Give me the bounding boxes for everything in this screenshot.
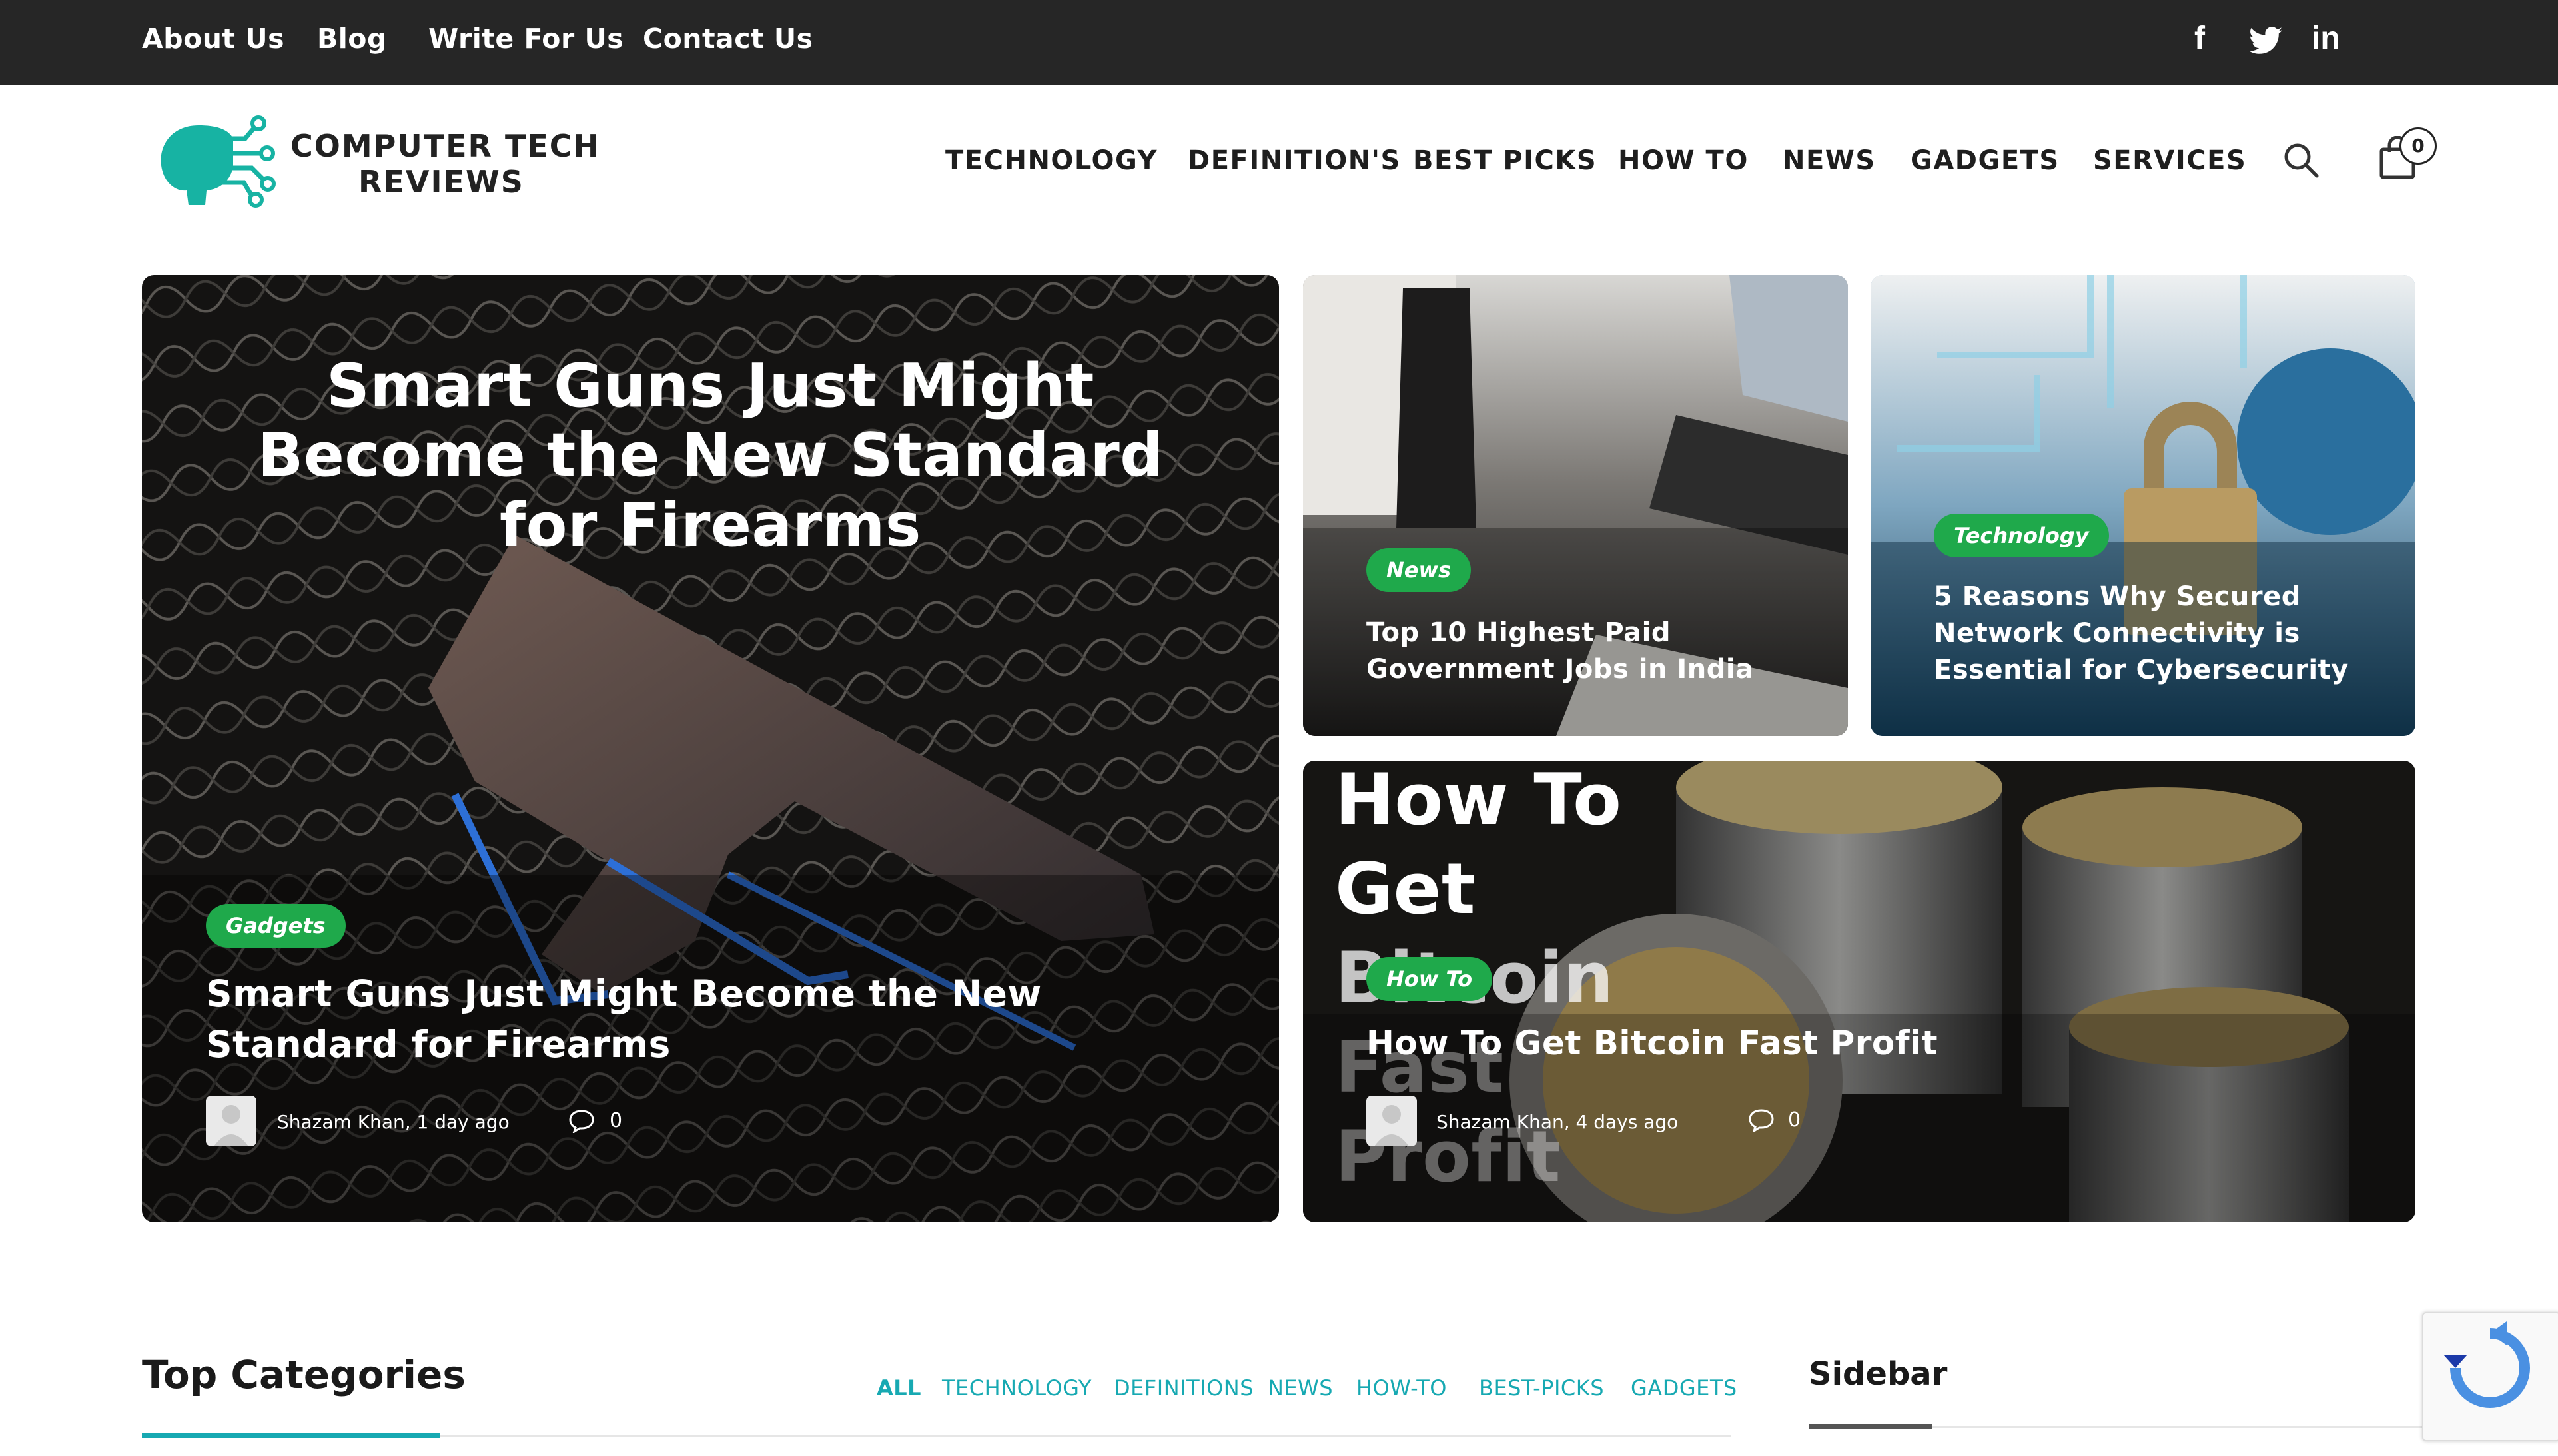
filter-news[interactable]: NEWS: [1268, 1375, 1333, 1401]
top-link-blog[interactable]: Blog: [317, 23, 387, 55]
top-link-write-for-us[interactable]: Write For Us: [428, 23, 624, 55]
search-icon[interactable]: [2282, 141, 2320, 179]
top-bar: About Us Blog Write For Us Contact Us f …: [0, 0, 2558, 85]
article-author-date: Shazam Khan, 1 day ago: [277, 1111, 510, 1133]
filter-definitions[interactable]: DEFINITIONS: [1114, 1375, 1254, 1401]
nav-services[interactable]: SERVICES: [2093, 145, 2246, 176]
recaptcha-badge[interactable]: [2422, 1312, 2558, 1441]
article-author-date: Shazam Khan, 4 days ago: [1436, 1111, 1679, 1133]
featured-article-title[interactable]: Smart Guns Just Might Become the New Sta…: [206, 969, 1205, 1070]
featured-card-smart-guns[interactable]: Smart Guns Just Might Become the New Sta…: [142, 275, 1279, 1222]
image-text-line: Get: [1335, 848, 1476, 930]
comment-count: 0: [1788, 1108, 1801, 1132]
featured-card-technology[interactable]: Technology 5 Reasons Why Secured Network…: [1871, 275, 2415, 736]
section-underline: [142, 1433, 440, 1438]
brand-name-line2[interactable]: REVIEWS: [358, 164, 524, 200]
sidebar-heading: Sidebar: [1809, 1355, 1948, 1393]
twitter-icon[interactable]: [2249, 25, 2282, 56]
category-badge-news[interactable]: News: [1366, 548, 1472, 592]
nav-technology[interactable]: TECHNOLOGY: [945, 145, 1158, 176]
filter-gadgets[interactable]: GADGETS: [1631, 1375, 1737, 1401]
featured-card-news[interactable]: News Top 10 Highest Paid Government Jobs…: [1303, 275, 1848, 736]
featured-image-headline: Smart Guns Just Might Become the New Sta…: [257, 351, 1164, 560]
cart-count-badge: 0: [2399, 127, 2437, 165]
image-text-line: How To: [1335, 761, 1622, 841]
nav-news[interactable]: NEWS: [1783, 145, 1876, 176]
bitcoin-article-title[interactable]: How To Get Bitcoin Fast Profit: [1366, 1020, 2099, 1066]
author-avatar[interactable]: [1366, 1096, 1417, 1146]
sidebar-underline: [1809, 1424, 1932, 1429]
filter-all[interactable]: ALL: [877, 1375, 921, 1401]
category-badge-how-to[interactable]: How To: [1366, 957, 1493, 1001]
filter-technology[interactable]: TECHNOLOGY: [942, 1375, 1092, 1401]
brand-logo-icon[interactable]: [152, 112, 285, 212]
top-categories-heading: Top Categories: [142, 1352, 466, 1397]
recaptcha-icon: [2443, 1321, 2530, 1408]
author-avatar[interactable]: [206, 1096, 256, 1146]
linkedin-icon[interactable]: in: [2312, 20, 2340, 57]
comment-icon[interactable]: [1748, 1108, 1775, 1134]
brand-name-line1[interactable]: COMPUTER TECH: [290, 128, 600, 164]
nav-how-to[interactable]: HOW TO: [1618, 145, 1749, 176]
featured-card-bitcoin[interactable]: How To Get Bitcoin Fast Profit How To Ho…: [1303, 761, 2415, 1222]
nav-gadgets[interactable]: GADGETS: [1911, 145, 2060, 176]
nav-definitions[interactable]: DEFINITION'S: [1188, 145, 1401, 176]
top-link-contact-us[interactable]: Contact Us: [643, 23, 813, 55]
category-badge-gadgets[interactable]: Gadgets: [206, 904, 346, 948]
news-article-title[interactable]: Top 10 Highest Paid Government Jobs in I…: [1366, 615, 1793, 688]
facebook-icon[interactable]: f: [2194, 20, 2205, 57]
category-badge-technology[interactable]: Technology: [1934, 514, 2109, 557]
filter-how-to[interactable]: HOW-TO: [1356, 1375, 1447, 1401]
top-link-about-us[interactable]: About Us: [142, 23, 284, 55]
filter-best-picks[interactable]: BEST-PICKS: [1479, 1375, 1604, 1401]
comment-count: 0: [610, 1109, 623, 1132]
tech-article-title[interactable]: 5 Reasons Why Secured Network Connectivi…: [1934, 579, 2360, 689]
comment-icon[interactable]: [568, 1109, 595, 1134]
nav-best-picks[interactable]: BEST PICKS: [1413, 145, 1597, 176]
